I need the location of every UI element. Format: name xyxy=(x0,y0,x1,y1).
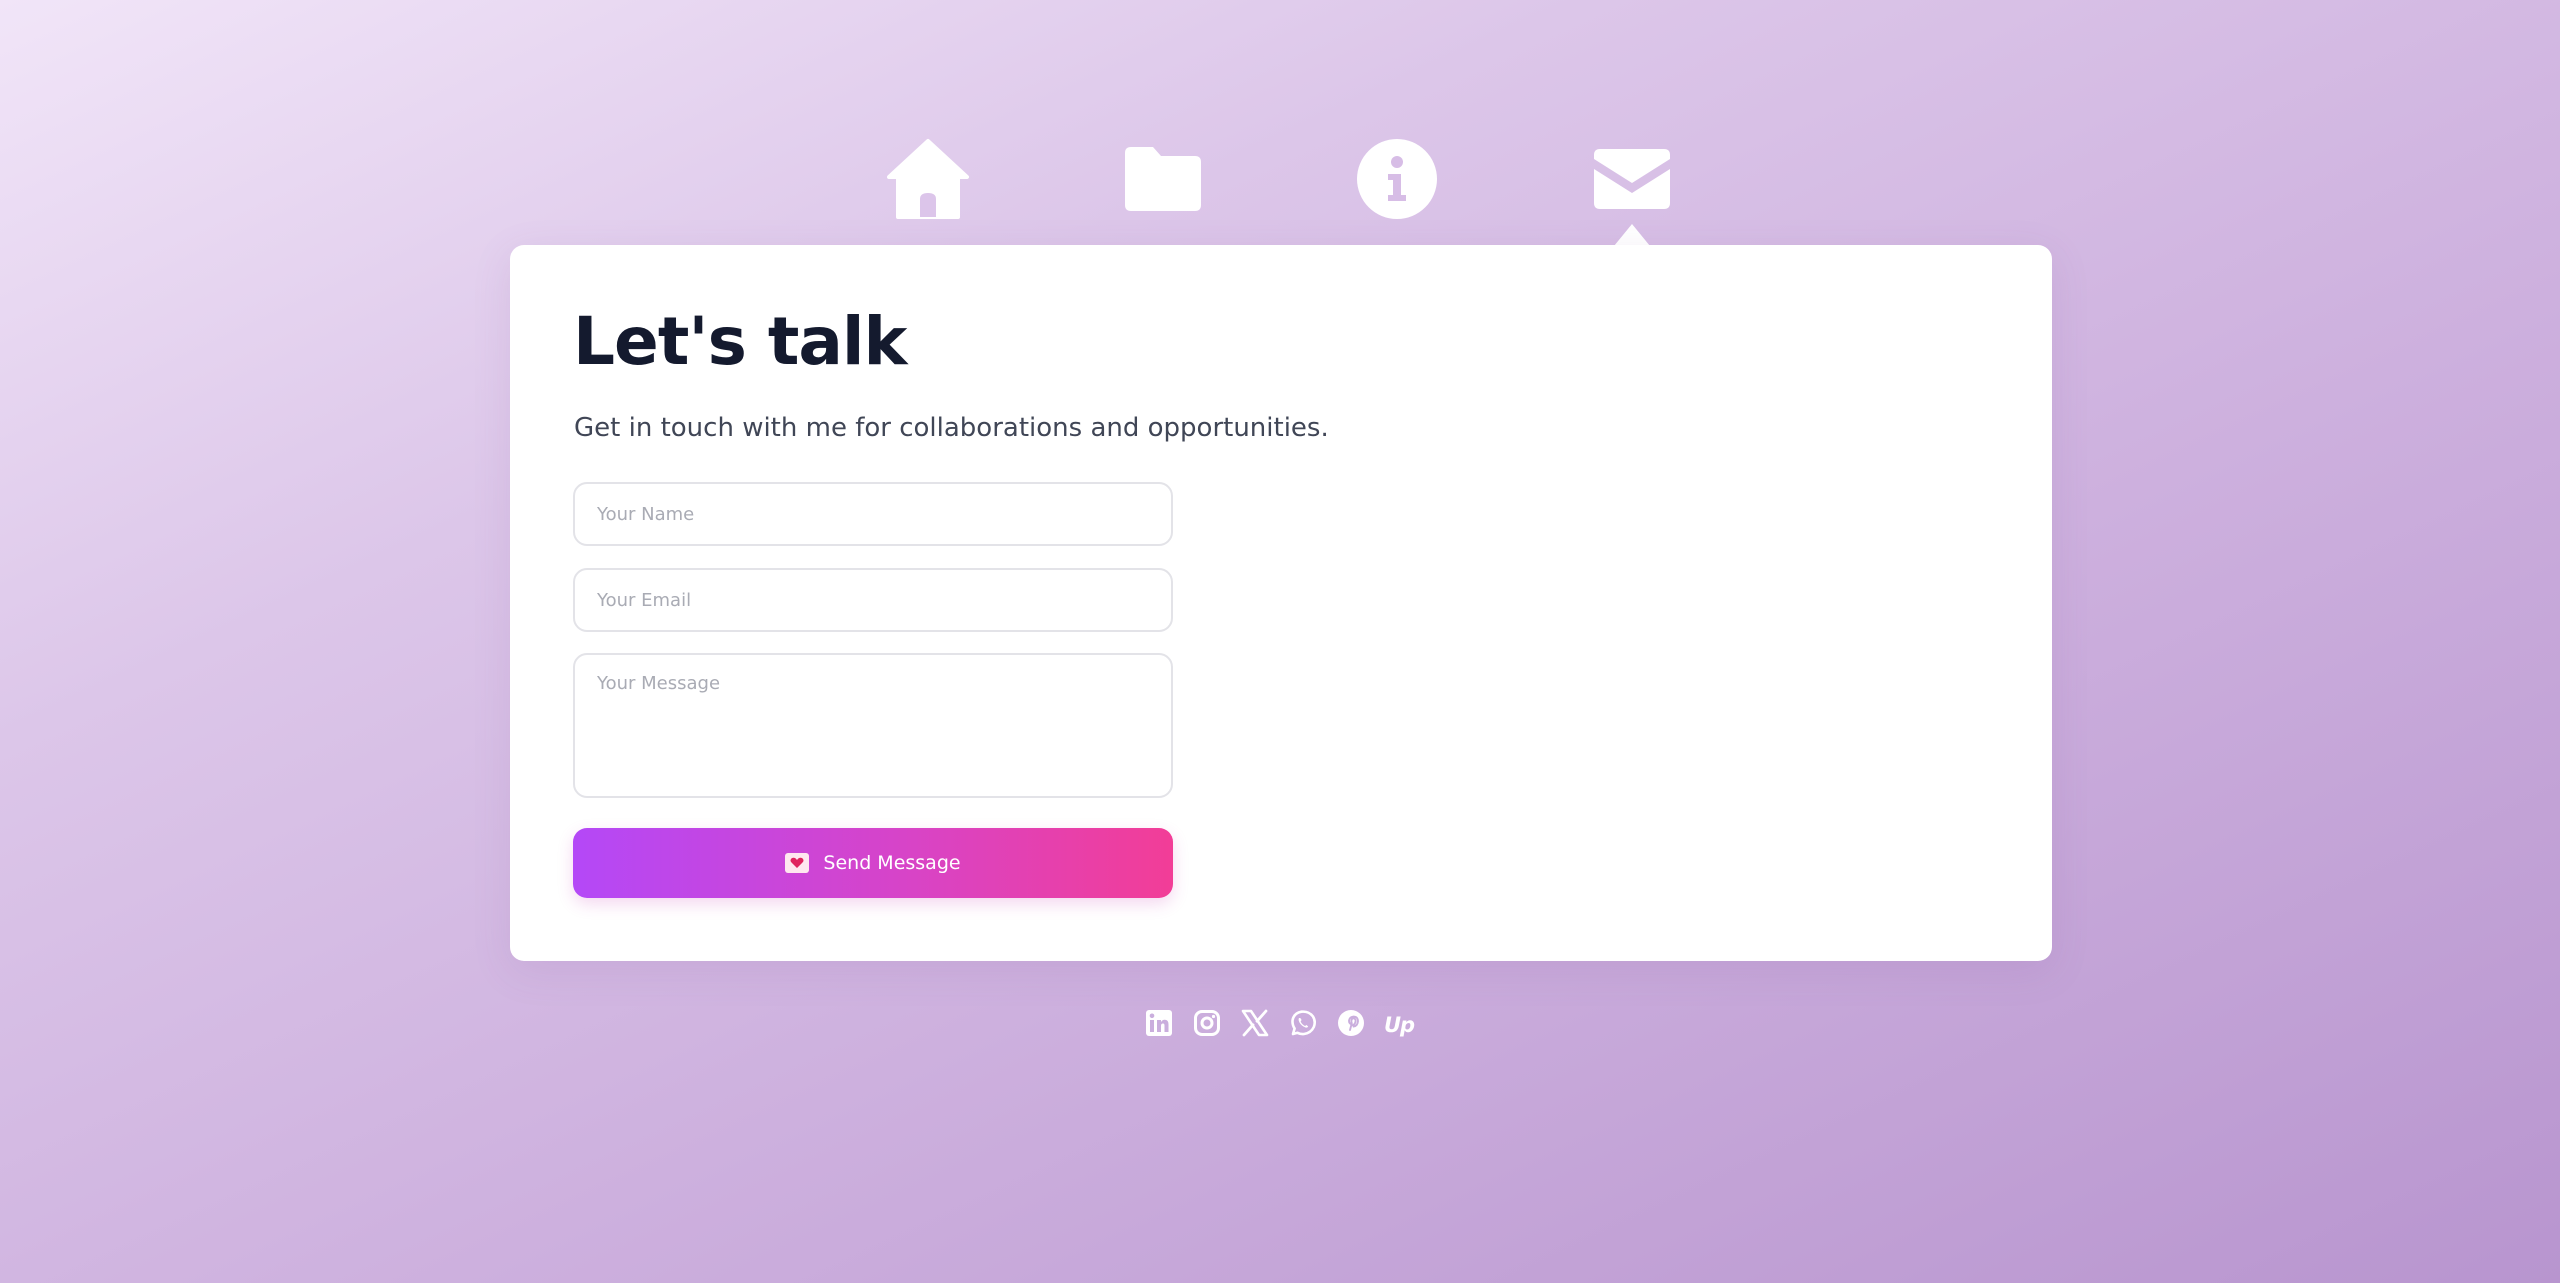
top-nav xyxy=(0,134,2560,224)
nav-home[interactable] xyxy=(883,134,973,224)
instagram-icon xyxy=(1193,1009,1221,1041)
active-nav-pointer xyxy=(1614,224,1650,246)
folder-icon xyxy=(1121,143,1205,215)
x-icon xyxy=(1241,1009,1269,1041)
nav-contact[interactable] xyxy=(1587,134,1677,224)
home-icon xyxy=(886,137,970,221)
whatsapp-link[interactable] xyxy=(1286,1008,1320,1042)
pinterest-icon xyxy=(1337,1009,1365,1041)
send-message-label: Send Message xyxy=(823,852,961,874)
nav-about[interactable] xyxy=(1352,134,1442,224)
page-subtitle: Get in touch with me for collaborations … xyxy=(574,413,1329,443)
pinterest-link[interactable] xyxy=(1334,1008,1368,1042)
send-message-button[interactable]: Send Message xyxy=(573,828,1173,898)
x-link[interactable] xyxy=(1238,1008,1272,1042)
whatsapp-icon xyxy=(1289,1009,1317,1041)
nav-projects[interactable] xyxy=(1118,134,1208,224)
email-input[interactable] xyxy=(573,568,1173,632)
upwork-icon: Up xyxy=(1383,1013,1415,1037)
page-title: Let's talk xyxy=(573,303,907,380)
upwork-link[interactable]: Up xyxy=(1382,1008,1416,1042)
instagram-link[interactable] xyxy=(1190,1008,1224,1042)
message-textarea[interactable] xyxy=(573,653,1173,798)
linkedin-icon xyxy=(1145,1009,1173,1041)
contact-card: Let's talk Get in touch with me for coll… xyxy=(510,245,2052,961)
linkedin-link[interactable] xyxy=(1142,1008,1176,1042)
mail-icon xyxy=(1590,145,1674,213)
love-letter-icon xyxy=(785,853,810,873)
name-input[interactable] xyxy=(573,482,1173,546)
social-links: Up xyxy=(0,1008,2560,1042)
info-icon xyxy=(1355,137,1439,221)
